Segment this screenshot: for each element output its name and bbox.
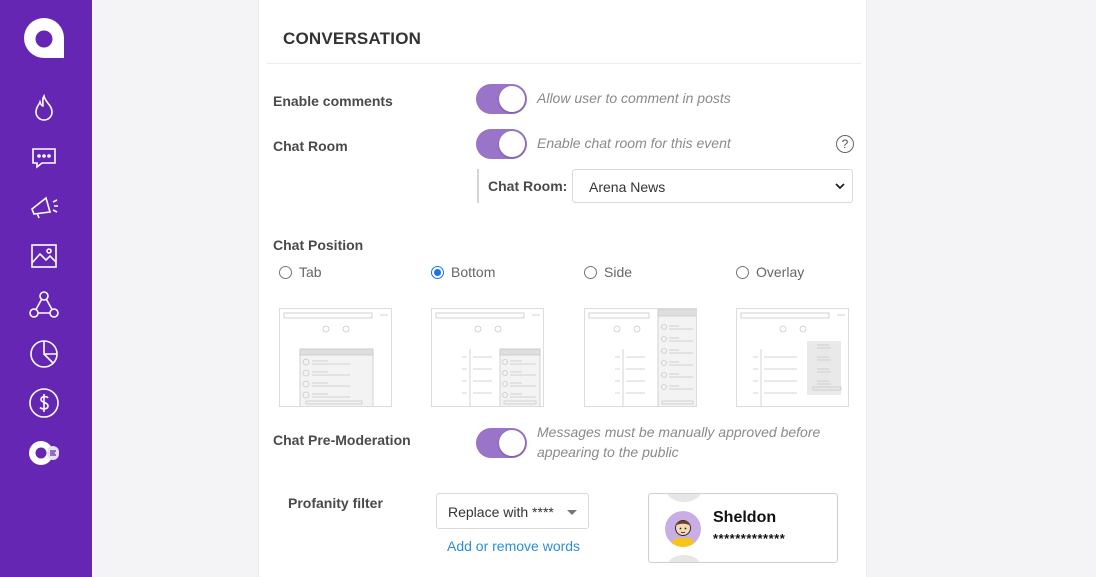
chat-room-select-label: Chat Room: [488,178,568,194]
position-radio-bottom[interactable]: Bottom [431,264,495,280]
chat-position-label: Chat Position [273,237,364,253]
image-icon[interactable] [28,240,60,272]
pre-moderation-hint-line1: Messages must be manually approved befor… [537,424,821,440]
ghost-avatar [667,555,701,562]
chat-room-toggle[interactable] [476,129,527,159]
side-layout-preview[interactable] [584,308,697,407]
ghost-avatar [667,494,701,502]
network-icon[interactable] [28,289,60,321]
profanity-preview-card: Sheldon ************* [648,493,838,563]
chat-icon[interactable] [28,142,60,174]
radio-button[interactable] [584,265,597,279]
conversation-panel: CONVERSATION Enable comments Allow user … [258,0,867,577]
dollar-icon[interactable] [28,387,60,419]
chat-room-indent-bar [477,169,479,203]
pie-chart-icon[interactable] [28,338,60,370]
chat-room-select[interactable]: Arena News [572,169,853,203]
profanity-mode-select[interactable]: Replace with **** [436,493,589,529]
chat-room-hint: Enable chat room for this event [537,135,731,151]
divider [267,63,861,64]
profanity-filter-label: Profanity filter [288,495,383,511]
radio-button[interactable] [431,265,444,279]
chat-room-label: Chat Room [273,138,348,154]
tab-layout-preview[interactable] [279,308,392,407]
enable-comments-hint: Allow user to comment in posts [537,90,731,106]
sample-masked-message: ************* [713,531,786,546]
profanity-mode-value: Replace with **** [448,504,554,520]
section-title: CONVERSATION [283,29,422,48]
position-radio-overlay[interactable]: Overlay [736,264,804,280]
arena-logo[interactable] [23,17,65,59]
radio-button[interactable] [279,265,292,279]
pre-moderation-toggle[interactable] [476,428,527,458]
overlay-layout-preview[interactable] [736,308,849,407]
pre-moderation-hint-line2: appearing to the public [537,444,679,460]
radio-label: Bottom [451,264,496,280]
megaphone-icon[interactable] [28,191,60,223]
arena-app-icon[interactable] [28,437,60,469]
enable-comments-label: Enable comments [273,93,393,109]
radio-button[interactable] [736,265,749,279]
position-radio-side[interactable]: Side [584,264,632,280]
radio-label: Tab [299,264,322,280]
chevron-down-icon [834,179,846,198]
caret-down-icon [567,510,577,515]
radio-label: Side [604,264,633,280]
position-radio-tab[interactable]: Tab [279,264,322,280]
help-icon[interactable]: ? [836,135,854,153]
chat-room-select-value: Arena News [589,179,666,195]
radio-label: Overlay [756,264,805,280]
flame-icon[interactable] [28,92,60,124]
edit-words-link[interactable]: Add or remove words [447,538,580,554]
enable-comments-toggle[interactable] [476,84,527,114]
avatar [665,511,701,547]
bottom-layout-preview[interactable] [431,308,544,407]
sidebar [0,0,92,577]
sample-user-name: Sheldon [713,509,777,526]
pre-moderation-label: Chat Pre-Moderation [273,432,411,448]
